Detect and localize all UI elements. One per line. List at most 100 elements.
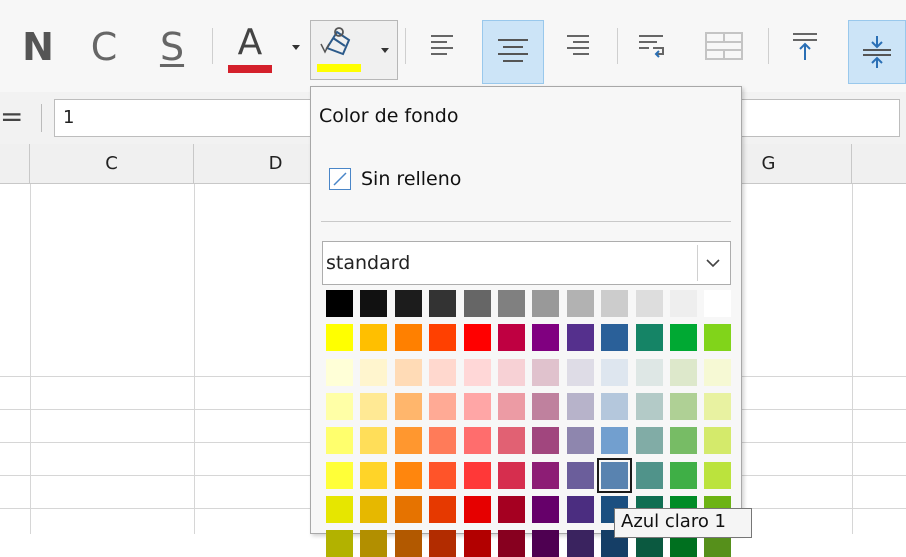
color-swatch[interactable] <box>635 358 663 386</box>
color-swatch[interactable] <box>394 290 422 317</box>
color-swatch[interactable] <box>394 495 422 523</box>
color-swatch[interactable] <box>635 290 663 317</box>
color-swatch[interactable] <box>532 495 560 523</box>
color-swatch[interactable] <box>463 358 491 386</box>
color-swatch[interactable] <box>532 392 560 420</box>
color-swatch[interactable] <box>532 290 560 317</box>
color-swatch[interactable] <box>532 324 560 352</box>
color-swatch[interactable] <box>566 530 594 557</box>
color-swatch[interactable] <box>704 461 732 489</box>
color-swatch[interactable] <box>498 290 525 317</box>
color-swatch[interactable] <box>429 290 457 317</box>
align-center-button[interactable] <box>482 20 544 84</box>
align-left-button[interactable] <box>424 21 462 71</box>
color-swatch[interactable] <box>326 324 353 352</box>
color-swatch[interactable] <box>498 495 525 523</box>
color-swatch[interactable] <box>635 324 663 352</box>
color-swatch[interactable] <box>429 427 457 455</box>
color-swatch[interactable] <box>532 530 560 557</box>
color-swatch[interactable] <box>429 461 457 489</box>
color-swatch[interactable] <box>394 461 422 489</box>
color-swatch[interactable] <box>670 392 697 420</box>
font-color-button[interactable]: A <box>226 18 274 80</box>
color-swatch[interactable] <box>429 324 457 352</box>
color-swatch[interactable] <box>394 392 422 420</box>
color-swatch[interactable] <box>498 461 525 489</box>
bold-button[interactable]: N <box>18 22 58 72</box>
font-color-dropdown-icon[interactable] <box>292 45 300 50</box>
color-swatch[interactable] <box>670 427 697 455</box>
color-swatch[interactable] <box>360 530 388 557</box>
color-swatch[interactable] <box>429 358 457 386</box>
color-swatch[interactable] <box>326 290 353 317</box>
background-color-dropdown-icon[interactable] <box>381 48 389 53</box>
color-swatch[interactable] <box>635 392 663 420</box>
align-right-button[interactable] <box>558 21 596 71</box>
color-swatch[interactable] <box>601 358 629 386</box>
color-swatch[interactable] <box>394 358 422 386</box>
center-vertically-button[interactable] <box>848 20 906 84</box>
merge-cells-button[interactable] <box>700 21 748 71</box>
background-color-button[interactable] <box>310 20 398 80</box>
column-header-c[interactable]: C <box>30 144 194 184</box>
color-swatch[interactable] <box>601 290 629 317</box>
color-swatch[interactable] <box>532 358 560 386</box>
color-swatch[interactable] <box>498 358 525 386</box>
color-swatch[interactable] <box>463 324 491 352</box>
color-swatch[interactable] <box>670 324 697 352</box>
color-swatch[interactable] <box>704 392 732 420</box>
color-swatch[interactable] <box>429 495 457 523</box>
color-swatch[interactable] <box>566 324 594 352</box>
column-header-b[interactable] <box>0 144 30 184</box>
wrap-text-button[interactable] <box>634 21 672 71</box>
color-swatch[interactable] <box>670 290 697 317</box>
column-header-h[interactable] <box>852 144 906 184</box>
color-swatch[interactable] <box>597 457 633 493</box>
color-swatch[interactable] <box>566 427 594 455</box>
color-swatch[interactable] <box>429 530 457 557</box>
color-swatch[interactable] <box>601 324 629 352</box>
color-swatch[interactable] <box>360 324 388 352</box>
italic-button[interactable]: C <box>84 22 124 72</box>
color-swatch[interactable] <box>360 495 388 523</box>
color-swatch[interactable] <box>498 530 525 557</box>
color-swatch[interactable] <box>326 461 353 489</box>
color-swatch[interactable] <box>463 392 491 420</box>
color-swatch[interactable] <box>670 358 697 386</box>
color-swatch[interactable] <box>360 358 388 386</box>
color-swatch[interactable] <box>532 427 560 455</box>
align-top-button[interactable] <box>786 21 824 71</box>
color-swatch[interactable] <box>498 392 525 420</box>
color-swatch[interactable] <box>532 461 560 489</box>
underline-button[interactable]: S <box>150 22 194 72</box>
color-swatch[interactable] <box>394 530 422 557</box>
color-swatch[interactable] <box>360 392 388 420</box>
color-swatch[interactable] <box>326 392 353 420</box>
color-swatch[interactable] <box>360 427 388 455</box>
color-swatch[interactable] <box>635 427 663 455</box>
color-swatch[interactable] <box>566 358 594 386</box>
color-swatch[interactable] <box>463 530 491 557</box>
color-swatch[interactable] <box>670 461 697 489</box>
color-swatch[interactable] <box>429 392 457 420</box>
color-swatch[interactable] <box>360 461 388 489</box>
color-swatch[interactable] <box>463 461 491 489</box>
color-swatch[interactable] <box>463 427 491 455</box>
color-swatch[interactable] <box>498 427 525 455</box>
color-swatch[interactable] <box>394 427 422 455</box>
color-swatch[interactable] <box>463 290 491 317</box>
color-swatch[interactable] <box>704 324 732 352</box>
color-swatch[interactable] <box>566 392 594 420</box>
color-swatch[interactable] <box>704 427 732 455</box>
color-swatch[interactable] <box>463 495 491 523</box>
color-swatch[interactable] <box>601 427 629 455</box>
color-swatch[interactable] <box>326 427 353 455</box>
color-swatch[interactable] <box>326 530 353 557</box>
color-swatch[interactable] <box>601 392 629 420</box>
color-swatch[interactable] <box>635 461 663 489</box>
color-swatch[interactable] <box>566 495 594 523</box>
color-swatch[interactable] <box>704 290 732 317</box>
color-swatch[interactable] <box>326 495 353 523</box>
color-swatch[interactable] <box>704 358 732 386</box>
color-swatch[interactable] <box>566 290 594 317</box>
